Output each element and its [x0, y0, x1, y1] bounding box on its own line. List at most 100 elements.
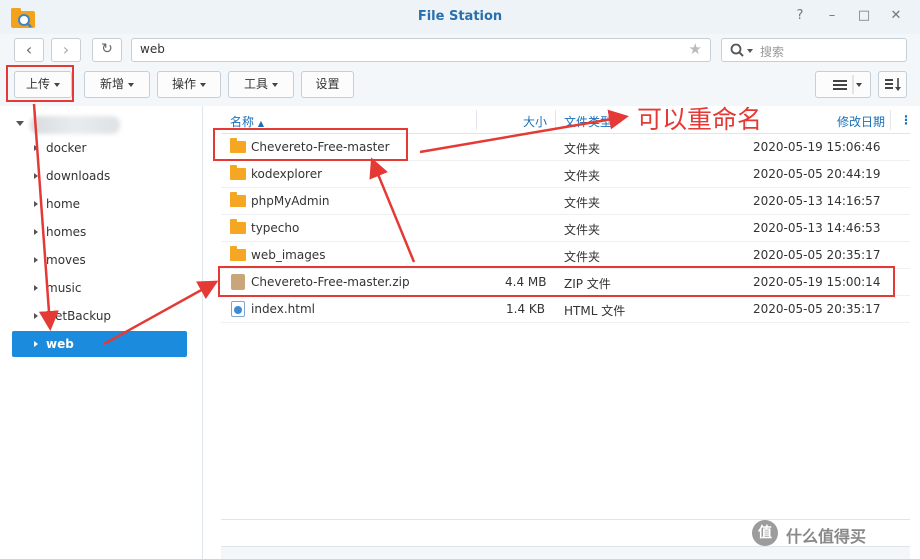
path-text: web — [140, 42, 165, 56]
window-title: File Station — [417, 9, 503, 24]
file-type: 文件夹 — [564, 250, 601, 264]
folder-icon — [230, 219, 246, 234]
column-name-label: 名称 — [230, 115, 255, 129]
sidebar-item-music[interactable]: music — [12, 275, 187, 301]
search-icon[interactable] — [730, 43, 756, 59]
sidebar-item-web[interactable]: web — [12, 331, 187, 357]
title-bar: File Station ? – □ ✕ — [0, 0, 920, 34]
settings-button[interactable]: 设置 — [301, 71, 354, 98]
file-modified: 2020-05-19 15:06:46 — [753, 140, 881, 154]
toolbar: 上传 新增 操作 工具 设置 — [0, 64, 920, 106]
footer-strip — [221, 546, 910, 559]
minimize-button[interactable]: – — [824, 8, 840, 24]
folder-icon — [230, 165, 246, 180]
file-name: index.html — [251, 302, 315, 316]
sidebar-item-label: downloads — [46, 169, 111, 183]
upload-button[interactable]: 上传 — [14, 71, 72, 98]
file-size: 1.4 KB — [506, 302, 545, 316]
sidebar-item-moves[interactable]: moves — [12, 247, 187, 273]
expand-arrow-icon[interactable] — [34, 257, 38, 263]
expand-arrow-icon[interactable] — [34, 285, 38, 291]
file-modified: 2020-05-05 20:44:19 — [753, 167, 881, 181]
table-row[interactable]: typecho 文件夹 2020-05-13 14:46:53 — [221, 215, 910, 242]
refresh-button[interactable]: ↻ — [92, 38, 122, 62]
expand-arrow-icon[interactable] — [16, 121, 24, 126]
folder-icon — [230, 246, 246, 261]
watermark-badge-icon: 值 — [752, 520, 778, 546]
list-view-icon — [833, 75, 862, 94]
file-modified: 2020-05-05 20:35:17 — [753, 248, 881, 262]
upload-label: 上传 — [25, 77, 50, 91]
file-type: ZIP 文件 — [564, 277, 611, 291]
action-label: 操作 — [171, 77, 196, 91]
sidebar-item-label: moves — [46, 253, 86, 267]
expand-arrow-icon[interactable] — [34, 229, 38, 235]
table-row[interactable]: index.html 1.4 KB HTML 文件 2020-05-05 20:… — [221, 296, 910, 323]
tree-root-volume[interactable] — [14, 114, 134, 134]
expand-arrow-icon[interactable] — [34, 341, 38, 347]
sidebar-item-netbackup[interactable]: NetBackup — [12, 303, 187, 329]
file-type: 文件夹 — [564, 223, 601, 237]
sidebar-item-downloads[interactable]: downloads — [12, 163, 187, 189]
expand-arrow-icon[interactable] — [34, 313, 38, 319]
table-row[interactable]: Chevereto-Free-master 文件夹 2020-05-19 15:… — [221, 134, 910, 161]
sort-ascending-icon: ▲ — [257, 119, 264, 128]
file-modified: 2020-05-13 14:46:53 — [753, 221, 881, 235]
expand-arrow-icon[interactable] — [34, 145, 38, 151]
column-header-name[interactable]: 名称 ▲ — [230, 113, 264, 130]
file-type: HTML 文件 — [564, 304, 626, 318]
sort-icon — [885, 78, 901, 91]
help-button[interactable]: ? — [792, 8, 808, 24]
favorite-star-icon[interactable]: ★ — [689, 39, 702, 60]
file-type: 文件夹 — [564, 169, 601, 183]
file-type: 文件夹 — [564, 142, 601, 156]
file-list: 名称 ▲ 大小 文件类型 修改日期 ⋮ Chevereto-Free-maste… — [221, 106, 912, 546]
sidebar-item-homes[interactable]: homes — [12, 219, 187, 245]
table-row[interactable]: kodexplorer 文件夹 2020-05-05 20:44:19 — [221, 161, 910, 188]
file-modified: 2020-05-19 15:00:14 — [753, 275, 881, 289]
column-header-modified[interactable]: 修改日期 — [837, 113, 885, 130]
search-input[interactable]: 搜索 — [721, 38, 907, 62]
file-name: Chevereto-Free-master — [251, 140, 390, 154]
sort-button[interactable] — [878, 71, 907, 98]
expand-arrow-icon[interactable] — [34, 201, 38, 207]
tools-button[interactable]: 工具 — [228, 71, 294, 98]
table-row[interactable]: phpMyAdmin 文件夹 2020-05-13 14:16:57 — [221, 188, 910, 215]
view-mode-button[interactable] — [815, 71, 871, 98]
column-divider[interactable] — [476, 110, 477, 130]
file-type: 文件夹 — [564, 196, 601, 210]
forward-button[interactable]: › — [51, 38, 81, 62]
sidebar-item-docker[interactable]: docker — [12, 135, 187, 161]
close-button[interactable]: ✕ — [888, 8, 904, 24]
action-button[interactable]: 操作 — [157, 71, 221, 98]
path-input[interactable]: web ★ — [131, 38, 711, 62]
watermark: 值 什么值得买 — [752, 520, 912, 546]
file-size: 4.4 MB — [505, 275, 547, 289]
file-name: web_images — [251, 248, 326, 262]
search-placeholder: 搜索 — [760, 45, 785, 59]
maximize-button[interactable]: □ — [856, 8, 872, 24]
expand-arrow-icon[interactable] — [34, 173, 38, 179]
column-options-icon[interactable]: ⋮ — [900, 113, 912, 127]
table-row[interactable]: Chevereto-Free-master.zip 4.4 MB ZIP 文件 … — [221, 269, 910, 296]
folder-icon — [230, 138, 246, 153]
sidebar-item-home[interactable]: home — [12, 191, 187, 217]
chevron-down-icon — [272, 82, 278, 87]
chevron-down-icon — [128, 82, 134, 87]
file-modified: 2020-05-13 14:16:57 — [753, 194, 881, 208]
file-name: kodexplorer — [251, 167, 323, 181]
column-header-size[interactable]: 大小 — [523, 113, 547, 130]
new-button[interactable]: 新增 — [84, 71, 150, 98]
sidebar-item-label: music — [46, 281, 82, 295]
blurred-volume-name — [30, 116, 120, 134]
column-divider[interactable] — [890, 110, 891, 130]
watermark-text: 什么值得买 — [786, 527, 867, 546]
column-divider[interactable] — [555, 110, 556, 130]
column-header-type[interactable]: 文件类型 — [564, 113, 612, 130]
folder-icon — [230, 192, 246, 207]
zip-file-icon — [231, 274, 245, 290]
chevron-down-icon — [54, 82, 60, 87]
back-button[interactable]: ‹ — [14, 38, 44, 62]
sidebar-item-label: docker — [46, 141, 87, 155]
table-row[interactable]: web_images 文件夹 2020-05-05 20:35:17 — [221, 242, 910, 269]
